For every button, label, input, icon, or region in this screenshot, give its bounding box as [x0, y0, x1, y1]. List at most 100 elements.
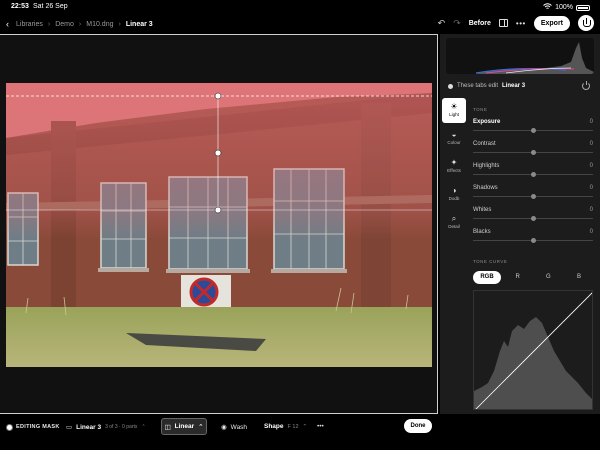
slider-blacks-label: Blacks: [473, 229, 491, 235]
wash-button[interactable]: ◉ Wash: [221, 423, 248, 432]
done-button[interactable]: Done: [404, 419, 432, 433]
split-view-icon[interactable]: [498, 19, 508, 27]
tab-colour[interactable]: ◒ Colour: [442, 126, 466, 151]
slider-contrast[interactable]: Contrast 0: [473, 141, 593, 161]
breadcrumb-separator: ›: [118, 20, 121, 28]
slider-knob[interactable]: [530, 238, 536, 243]
slider-contrast-value: 0: [589, 141, 593, 147]
breadcrumb-separator: ›: [47, 20, 51, 28]
breadcrumb: ‹ Libraries › Demo › M10.dng › Linear 3: [6, 19, 153, 29]
top-bar: ‹ Libraries › Demo › M10.dng › Linear 3 …: [0, 14, 600, 34]
panel-tabs: ☀ Light ◒ Colour ✦ Effects ◑ Dodb ⌕ Deta…: [442, 98, 466, 238]
share-icon[interactable]: [578, 15, 594, 31]
undo-icon[interactable]: ↶: [438, 18, 446, 29]
edit-target-note: These tabs edit Linear 3: [448, 83, 525, 89]
slider-whites[interactable]: Whites 0: [473, 207, 593, 227]
sun-icon: ☀: [450, 102, 458, 111]
export-button[interactable]: Export: [533, 15, 570, 31]
slider-shadows-value: 0: [589, 185, 593, 191]
magnifier-icon: ⌕: [451, 214, 457, 223]
slider-exposure-value: 0: [589, 119, 593, 125]
chevron-up-icon: ⌃: [302, 423, 308, 430]
bottom-toolbar: EDITING MASK ▭ Linear 3 3 of 3 · 0 parts…: [0, 414, 600, 450]
curve-tab-g[interactable]: G: [534, 271, 562, 284]
curve-tab-rgb[interactable]: RGB: [473, 270, 501, 284]
tone-curve-editor[interactable]: [473, 290, 593, 410]
slider-knob[interactable]: [530, 216, 536, 221]
tab-detail-label: Detail: [448, 224, 460, 229]
before-button[interactable]: Before: [469, 20, 491, 27]
slider-highlights[interactable]: Highlights 0: [473, 163, 593, 183]
mask-icon: ▭: [66, 424, 73, 431]
slider-shadows-label: Shadows: [473, 185, 498, 191]
half-circle-icon: ◑: [451, 186, 457, 195]
tab-dodge-burn-label: Dodb: [448, 196, 460, 201]
power-icon[interactable]: [582, 81, 590, 90]
edit-note-prefix: These tabs edit: [457, 83, 499, 89]
slider-exposure[interactable]: Exposure 0: [473, 119, 593, 139]
shape-label: Shape: [264, 423, 284, 430]
mask-selector[interactable]: ▭ Linear 3 3 of 3 · 0 parts ⌃: [66, 423, 146, 432]
more-icon[interactable]: •••: [317, 423, 324, 430]
curve-tab-b[interactable]: B: [565, 271, 593, 284]
status-time: 22:53: [11, 3, 29, 10]
linear-gradient-icon: ◫: [164, 423, 171, 431]
curve-channel-tabs: RGB R G B: [473, 270, 593, 284]
breadcrumb-separator: ›: [78, 20, 82, 28]
chevron-up-icon: ⌃: [141, 424, 146, 430]
photo-image: [6, 83, 432, 367]
mask-sub: 3 of 3 · 0 parts: [105, 424, 138, 430]
more-icon[interactable]: •••: [516, 19, 526, 28]
battery-percent: 100%: [555, 4, 573, 11]
breadcrumb-item-libraries[interactable]: Libraries: [16, 21, 43, 28]
shape-button[interactable]: Shape F 12 ⌃: [264, 423, 307, 430]
breadcrumb-item-demo[interactable]: Demo: [55, 21, 74, 28]
mask-dot-icon: [7, 424, 12, 430]
top-actions: ↶ ↷ Before ••• Export: [438, 15, 594, 31]
slider-highlights-label: Highlights: [473, 163, 500, 169]
tone-curve-section-label: TONE CURVE: [473, 259, 508, 264]
sparkle-icon: ✦: [450, 158, 458, 167]
status-right: 100%: [543, 3, 590, 12]
tab-dodge-burn[interactable]: ◑ Dodb: [442, 182, 466, 207]
image-canvas[interactable]: [0, 34, 438, 414]
tab-effects[interactable]: ✦ Effects: [442, 154, 466, 179]
back-chevron-icon[interactable]: ‹: [6, 19, 9, 29]
linear-mask-button[interactable]: ◫ Linear ⌃: [161, 418, 207, 435]
histogram: [446, 38, 594, 74]
wash-label: Wash: [230, 423, 248, 431]
edit-note-target: Linear 3: [502, 83, 526, 89]
tab-effects-label: Effects: [447, 168, 461, 173]
slider-contrast-label: Contrast: [473, 141, 496, 147]
status-date: Sat 26 Sep: [33, 3, 68, 10]
tab-light[interactable]: ☀ Light: [442, 98, 466, 123]
slider-exposure-label: Exposure: [473, 119, 501, 125]
slider-highlights-value: 0: [589, 163, 593, 169]
slider-blacks-value: 0: [589, 229, 593, 235]
editing-mask-indicator: EDITING MASK: [7, 424, 60, 430]
slider-shadows[interactable]: Shadows 0: [473, 185, 593, 205]
eye-icon: ◉: [221, 424, 227, 431]
adjustments-panel: These tabs edit Linear 3 ☀ Light ◒ Colou…: [440, 34, 600, 414]
slider-knob[interactable]: [530, 194, 536, 199]
breadcrumb-item-file[interactable]: M10.dng: [86, 21, 113, 28]
slider-knob[interactable]: [530, 172, 536, 177]
tab-colour-label: Colour: [447, 140, 461, 145]
tab-detail[interactable]: ⌕ Detail: [442, 210, 466, 235]
slider-whites-label: Whites: [473, 207, 492, 213]
slider-knob[interactable]: [530, 128, 536, 133]
drop-icon: ◒: [451, 130, 457, 139]
curve-tab-r[interactable]: R: [504, 271, 532, 284]
tab-light-label: Light: [449, 112, 459, 117]
slider-blacks[interactable]: Blacks 0: [473, 229, 593, 249]
mask-name: Linear 3: [76, 423, 102, 431]
edit-target-dot: [448, 83, 453, 89]
linear-label: Linear: [174, 423, 195, 430]
chevron-up-icon: ⌃: [198, 423, 204, 431]
shape-value: F 12: [287, 423, 299, 430]
photo: [6, 83, 432, 367]
wifi-icon: [543, 3, 552, 12]
redo-icon[interactable]: ↷: [453, 18, 461, 29]
slider-knob[interactable]: [530, 150, 536, 155]
slider-whites-value: 0: [589, 207, 593, 213]
